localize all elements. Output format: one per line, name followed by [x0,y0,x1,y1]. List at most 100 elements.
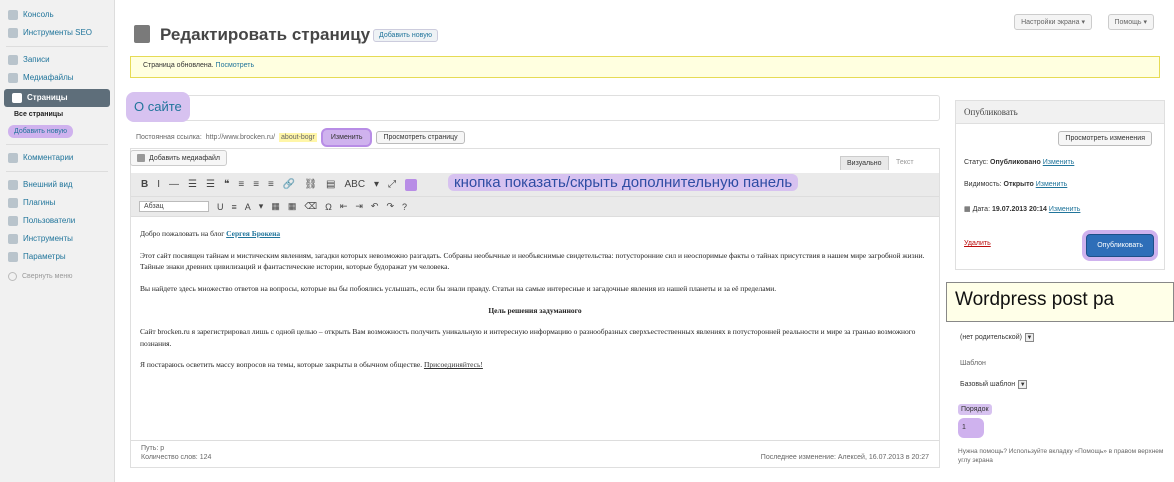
clear-formatting-button[interactable]: ⌫ [304,201,317,212]
bold-button[interactable]: B [141,179,148,190]
sidebar-item-label: Плагины [23,198,56,208]
spellcheck-button[interactable]: ABC [344,179,365,190]
collapse-menu-button[interactable]: Свернуть меню [0,266,114,287]
format-select[interactable]: Абзац [139,201,209,212]
text-color-dropdown-icon[interactable]: ▾ [259,201,264,212]
publish-button-highlight: Опубликовать [1082,230,1158,261]
sidebar-subitem-add-new[interactable]: Добавить новую [8,125,73,138]
sidebar-item-pages[interactable]: Страницы [4,89,110,107]
sidebar-item-comments[interactable]: Комментарии [0,149,114,167]
join-link[interactable]: Присоединяйтесь! [424,360,483,369]
permalink-slug[interactable]: about-bogr [279,133,317,142]
more-tag-button[interactable]: ▤ [326,179,335,190]
publish-button[interactable]: Опубликовать [1086,234,1154,257]
align-left-button[interactable]: ≡ [238,179,244,190]
template-label: Шаблон [960,360,986,367]
sidebar-item-posts[interactable]: Записи [0,51,114,69]
sidebar-subitem-all-pages[interactable]: Все страницы [0,109,114,120]
tab-visual[interactable]: Визуально [840,156,889,170]
element-path: Путь: p [141,445,165,452]
fullscreen-button[interactable]: ⤢ [388,179,396,190]
update-notice: Страница обновлена. Посмотреть [130,56,1160,78]
visibility-value: Открыто [1003,181,1034,188]
outdent-button[interactable]: ⇤ [340,201,348,212]
help-icon[interactable]: ? [402,202,407,212]
sidebar-item-label: Пользователи [23,216,76,226]
page-icon [134,25,150,43]
sidebar-item-label: Медиафайлы [23,73,74,83]
template-select[interactable]: Базовый шаблон ▼ [960,380,1028,389]
tab-text[interactable]: Текст [890,156,920,169]
strikethrough-button[interactable]: — [169,179,179,190]
kitchen-sink-toggle-icon[interactable] [405,178,418,191]
align-center-button[interactable]: ≡ [253,179,259,190]
screen-options-button[interactable]: Настройки экрана ▾ [1014,14,1092,30]
greeting-paragraph: Добро пожаловать на блог Сергея Брокена [140,228,930,240]
author-link[interactable]: Сергея Брокена [226,229,280,238]
parent-select-value: (нет родительской) [960,334,1022,341]
seo-tools-icon [8,28,18,38]
add-media-button[interactable]: Добавить медиафайл [130,150,227,166]
sidebar-item-label: Страницы [27,93,68,103]
collapse-menu-label: Свернуть меню [22,273,73,280]
sidebar-item-console[interactable]: Консоль [0,6,114,24]
greeting-text: Добро пожаловать на блог [140,229,225,238]
align-right-button[interactable]: ≡ [268,179,274,190]
help-note: Нужна помощь? Используйте вкладку «Помощ… [958,448,1164,464]
sidebar-item-label: Параметры [23,252,66,262]
sidebar-item-users[interactable]: Пользователи [0,212,114,230]
underline-button[interactable]: U [217,202,224,212]
kitchen-sink-annotation: кнопка показать/скрыть дополнительную па… [448,174,799,191]
text-color-button[interactable]: A [245,202,251,212]
order-input[interactable]: 1 [958,418,984,438]
undo-button[interactable]: ↶ [371,201,379,212]
help-button[interactable]: Помощь ▾ [1107,14,1154,30]
sidebar-item-media[interactable]: Медиафайлы [0,69,114,87]
last-edited: Последнее изменение: Алексей, 16.07.2013… [760,454,929,461]
sidebar-item-appearance[interactable]: Внешний вид [0,176,114,194]
media-icon [8,73,18,83]
post-title-field[interactable] [130,95,940,121]
edit-visibility-link[interactable]: Изменить [1036,181,1068,188]
insert-link-button[interactable]: 🔗 [283,179,295,190]
edit-date-link[interactable]: Изменить [1049,206,1081,213]
post-title-text[interactable]: О сайте [126,92,190,122]
parent-page-select[interactable]: (нет родительской) ▼ [960,333,1034,342]
pages-icon [12,93,22,103]
blockquote-button[interactable]: ❝ [224,179,229,190]
closing-text: Я постараюсь осветить массу вопросов на … [140,360,423,370]
sidebar-divider [6,171,108,172]
comments-icon [8,153,18,163]
redo-button[interactable]: ↷ [386,201,394,212]
unlink-button[interactable]: ⛓ [304,179,317,190]
content-paragraph: Сайт brocken.ru я зарегистрировал лишь с… [140,327,916,348]
notice-view-link[interactable]: Посмотреть [216,62,255,69]
posts-icon [8,55,18,65]
add-new-page-button[interactable]: Добавить новую [373,29,438,42]
delete-link[interactable]: Удалить [964,240,991,247]
publish-heading: Опубликовать [956,101,1164,124]
paste-text-button[interactable]: ▦ [271,201,280,212]
paste-word-button[interactable]: ▦ [288,201,297,212]
sidebar-item-label: Инструменты [23,234,73,244]
editor-content[interactable]: Добро пожаловать на блог Сергея Брокена … [140,228,930,381]
indent-button[interactable]: ⇥ [355,201,363,212]
justify-button[interactable]: ≡ [232,202,237,212]
view-page-button[interactable]: Просмотреть страницу [376,131,465,144]
editor-toolbar-secondary: Абзац U ≡ A ▾ ▦ ▦ ⌫ Ω ⇤ ⇥ ↶ ↷ ? [131,197,939,217]
sidebar-item-plugins[interactable]: Плагины [0,194,114,212]
spellcheck-dropdown-icon[interactable]: ▾ [374,179,379,190]
bullet-list-button[interactable]: ☰ [188,179,197,190]
status-line: Статус: Опубликовано Изменить [964,159,1074,166]
sidebar-item-seo[interactable]: Инструменты SEO [0,24,114,42]
numbered-list-button[interactable]: ☰ [206,179,215,190]
permalink-url: http://www.brocken.ru/ [205,134,276,141]
italic-button[interactable]: I [157,179,160,190]
sidebar-item-tools[interactable]: Инструменты [0,230,114,248]
preview-changes-button[interactable]: Просмотреть изменения [1058,131,1152,146]
special-chars-button[interactable]: Ω [325,202,332,212]
edit-status-link[interactable]: Изменить [1043,159,1075,166]
sidebar-item-label: Комментарии [23,153,74,163]
sidebar-item-settings[interactable]: Параметры [0,248,114,266]
edit-permalink-button[interactable]: Изменить [320,128,373,147]
